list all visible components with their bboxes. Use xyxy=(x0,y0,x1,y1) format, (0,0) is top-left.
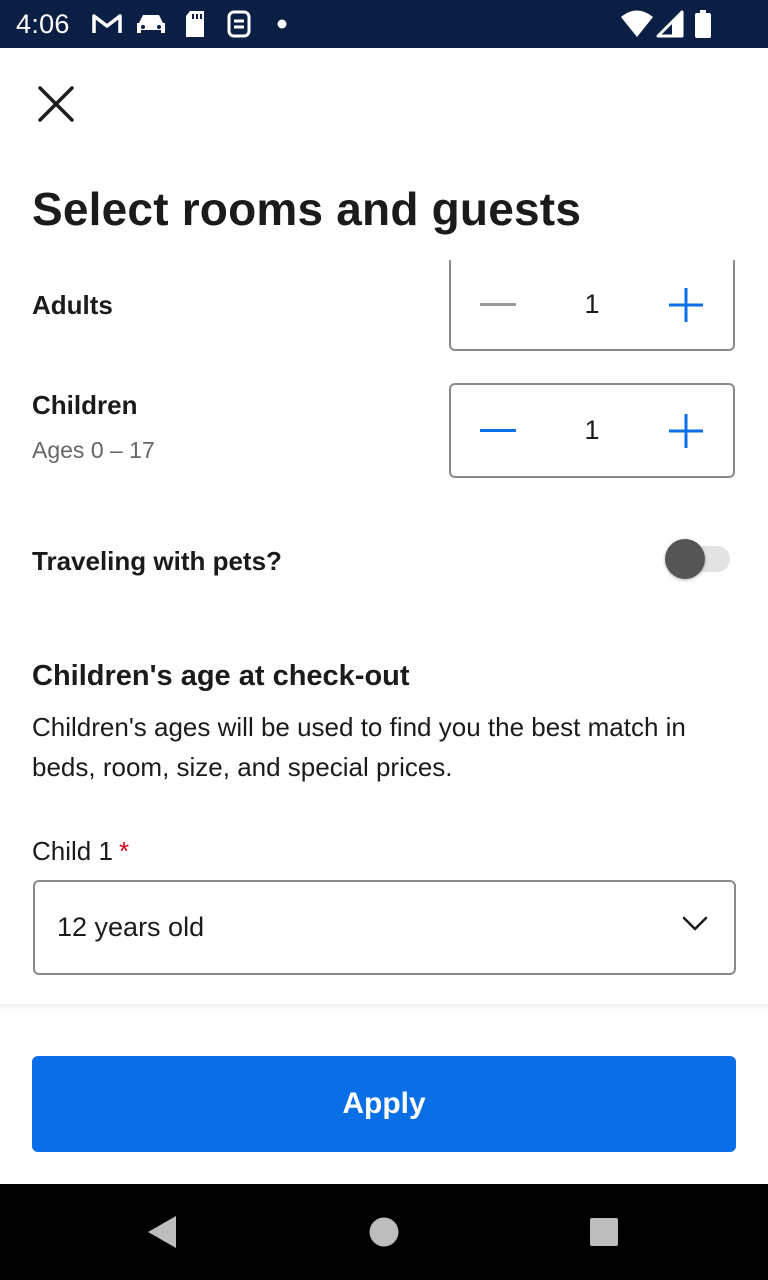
car-icon xyxy=(134,10,168,38)
recents-square-icon xyxy=(590,1218,618,1246)
children-age-range: Ages 0 – 17 xyxy=(32,437,155,463)
required-marker: * xyxy=(118,836,130,866)
child-1-label: Child 1 * xyxy=(32,836,129,867)
sd-card-icon xyxy=(184,10,206,38)
pets-label: Traveling with pets? xyxy=(32,546,282,576)
children-decrement-button[interactable] xyxy=(453,385,543,476)
notification-dot-icon xyxy=(276,10,288,38)
adults-increment-button[interactable] xyxy=(641,260,731,349)
gmail-icon xyxy=(92,10,122,38)
children-label: Children xyxy=(32,390,138,420)
close-icon xyxy=(38,86,74,122)
apply-button[interactable]: Apply xyxy=(32,1056,736,1152)
child-1-age-value: 12 years old xyxy=(57,912,205,942)
status-time: 4:06 xyxy=(16,9,70,39)
children-count: 1 xyxy=(584,415,600,445)
adults-decrement-button[interactable] xyxy=(453,260,543,349)
children-age-description: Children's ages will be used to find you… xyxy=(32,712,686,782)
minus-icon xyxy=(480,428,516,432)
pets-toggle[interactable] xyxy=(664,538,734,580)
plus-icon xyxy=(669,413,703,448)
children-increment-button[interactable] xyxy=(641,385,731,476)
plus-icon xyxy=(669,287,703,322)
status-bar: 4:06 xyxy=(0,0,768,48)
adults-label: Adults xyxy=(32,290,113,320)
children-stepper: 1 xyxy=(449,383,735,478)
page-title: Select rooms and guests xyxy=(32,183,582,235)
footer-divider xyxy=(0,1004,768,1010)
navigation-bar xyxy=(0,1184,768,1280)
close-button[interactable] xyxy=(28,76,84,132)
home-nav-button[interactable] xyxy=(336,1184,432,1280)
battery-icon xyxy=(694,10,712,38)
adults-stepper: 1 xyxy=(449,260,735,351)
home-circle-icon xyxy=(369,1217,399,1247)
adults-count: 1 xyxy=(584,289,600,319)
chevron-down-icon xyxy=(682,916,708,931)
recents-nav-button[interactable] xyxy=(556,1184,652,1280)
wifi-icon xyxy=(620,10,654,38)
back-nav-button[interactable] xyxy=(114,1184,210,1280)
sync-icon xyxy=(226,10,252,38)
back-triangle-icon xyxy=(148,1216,176,1248)
signal-icon xyxy=(656,10,684,38)
child-1-age-select[interactable]: 12 years old xyxy=(33,880,736,975)
child-1-label-text: Child 1 xyxy=(32,836,113,866)
toggle-thumb xyxy=(665,539,705,579)
minus-icon xyxy=(480,302,516,306)
children-age-title: Children's age at check-out xyxy=(32,660,410,692)
